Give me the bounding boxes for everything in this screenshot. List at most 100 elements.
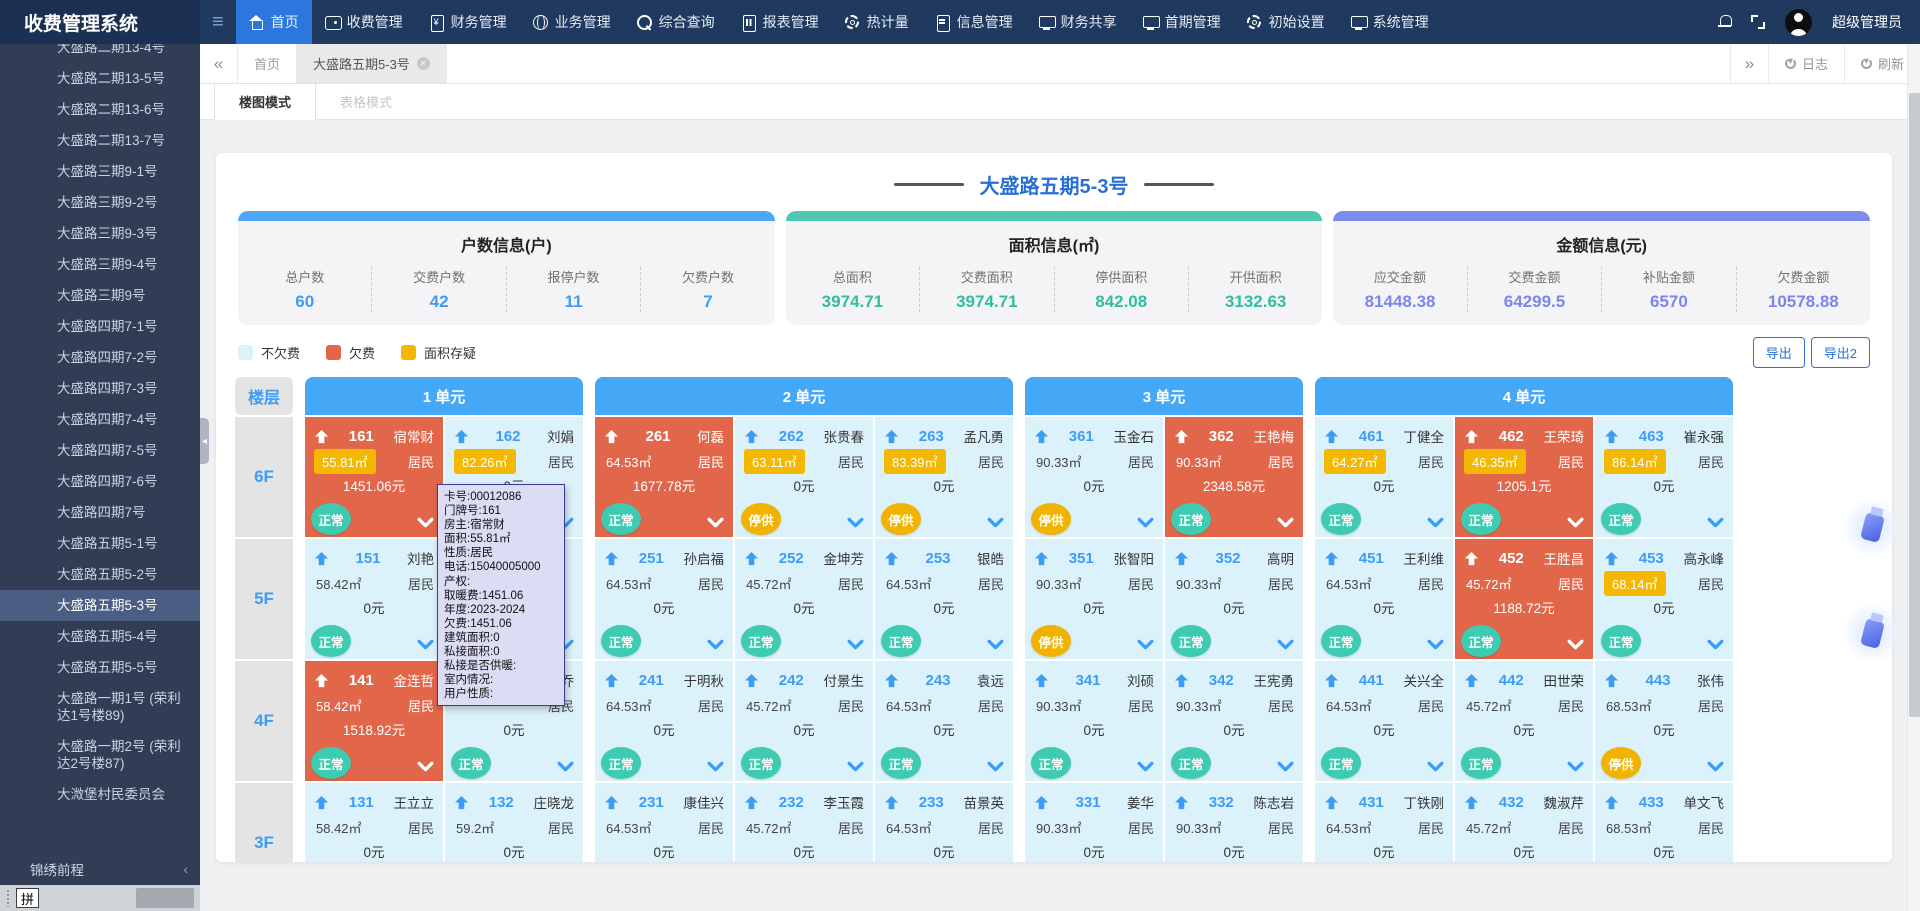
hamburger-menu-icon[interactable]: ≡ [200,11,236,34]
chevron-down-icon[interactable] [987,639,1004,650]
apartment-cell[interactable]: 362 王艳梅 90.33㎡ 居民 2348.58元 正常 [1165,417,1303,537]
fullscreen-icon[interactable] [1751,15,1765,29]
chevron-down-icon[interactable] [1707,639,1724,650]
chevron-down-icon[interactable] [707,761,724,772]
apartment-cell[interactable]: 253 银皓 64.53㎡ 居民 0元 正常 [875,539,1013,659]
nav-item[interactable]: 首页 [236,0,312,44]
sidebar-item-building[interactable]: 大盛路一期1号 (荣利达1号楼89) [0,683,200,731]
tab-close-icon[interactable]: × [417,57,430,70]
sidebar-item-building[interactable]: 大盛路二期13-4号 [0,44,200,63]
apartment-cell[interactable]: 241 于明秋 64.53㎡ 居民 0元 正常 [595,661,733,781]
apartment-cell[interactable]: 433 单文飞 68.53㎡ 居民 0元 停供 [1595,783,1733,862]
chevron-down-icon[interactable] [707,639,724,650]
sidebar-item-building[interactable]: 大盛路三期9-2号 [0,187,200,218]
apartment-cell[interactable]: 342 王宪勇 90.33㎡ 居民 0元 正常 [1165,661,1303,781]
usb-widget-icon[interactable] [1844,604,1900,662]
chevron-down-icon[interactable] [707,517,724,528]
mode-tab[interactable]: 楼图模式 [214,83,316,120]
chevron-down-icon[interactable] [847,761,864,772]
apartment-cell[interactable]: 151 刘艳 58.42㎡ 居民 0元 正常 [305,539,443,659]
sidebar-collapse-handle[interactable]: ◂ [200,418,209,464]
notifications-bell-icon[interactable] [1718,15,1731,29]
mode-tab[interactable]: 表格模式 [316,84,416,119]
chevron-down-icon[interactable] [417,517,434,528]
sidebar-item-building[interactable]: 大盛路五期5-5号 [0,652,200,683]
chevron-down-icon[interactable] [987,761,1004,772]
apartment-cell[interactable]: 452 王胜昌 45.72㎡ 居民 1188.72元 正常 [1455,539,1593,659]
apartment-cell[interactable]: 132 庄晓龙 59.2㎡ 居民 0元 正常 [445,783,583,862]
sidebar-item-building[interactable]: 大盛路二期13-5号 [0,63,200,94]
nav-item[interactable]: 业务管理 [520,0,624,44]
sidebar-item-building[interactable]: 大盛路五期5-1号 [0,528,200,559]
apartment-cell[interactable]: 243 袁远 64.53㎡ 居民 0元 正常 [875,661,1013,781]
tabs-scroll-left-icon[interactable]: « [200,44,238,83]
chevron-down-icon[interactable] [557,761,574,772]
chevron-down-icon[interactable] [1277,517,1294,528]
apartment-cell[interactable]: 451 王利维 64.53㎡ 居民 0元 正常 [1315,539,1453,659]
chevron-down-icon[interactable] [1427,639,1444,650]
chevron-down-icon[interactable] [1137,761,1154,772]
nav-item[interactable]: 首期管理 [1130,0,1234,44]
apartment-cell[interactable]: 361 玉金石 90.33㎡ 居民 0元 停供 [1025,417,1163,537]
apartment-cell[interactable]: 442 田世荣 45.72㎡ 居民 0元 正常 [1455,661,1593,781]
apartment-cell[interactable]: 161 宿常财 55.81㎡ 居民 1451.06元 正常 [305,417,443,537]
apartment-cell[interactable]: 443 张伟 68.53㎡ 居民 0元 停供 [1595,661,1733,781]
tabs-scroll-right-icon[interactable]: » [1730,44,1768,83]
sidebar-item-building[interactable]: 大盛路四期7-4号 [0,404,200,435]
apartment-cell[interactable]: 463 崔永强 86.14㎡ 居民 0元 正常 [1595,417,1733,537]
sidebar-item-building[interactable]: 大盛路四期7-3号 [0,373,200,404]
nav-item[interactable]: 初始设置 [1234,0,1338,44]
sidebar-item-building[interactable]: 大盛路五期5-4号 [0,621,200,652]
nav-item[interactable]: 报表管理 [728,0,832,44]
sidebar-item-building[interactable]: 大盛路三期9-1号 [0,156,200,187]
sidebar-item-building[interactable]: 大盛路五期5-3号 [0,590,200,621]
chevron-down-icon[interactable] [1567,761,1584,772]
apartment-cell[interactable]: 232 李玉霞 45.72㎡ 居民 0元 正常 [735,783,873,862]
apartment-cell[interactable]: 462 王荣琦 46.35㎡ 居民 1205.1元 正常 [1455,417,1593,537]
apartment-cell[interactable]: 441 关兴全 64.53㎡ 居民 0元 正常 [1315,661,1453,781]
nav-item[interactable]: 财务共享 [1026,0,1130,44]
export-button[interactable]: 导出 [1753,337,1805,368]
chevron-down-icon[interactable] [987,517,1004,528]
scrollbar-thumb[interactable] [1909,93,1920,717]
chevron-down-icon[interactable] [1567,639,1584,650]
chevron-down-icon[interactable] [1567,517,1584,528]
nav-item[interactable]: 热计量 [832,0,922,44]
sidebar-item-building[interactable]: 大盛路三期9-4号 [0,249,200,280]
apartment-cell[interactable]: 233 苗景英 64.53㎡ 居民 0元 停供 [875,783,1013,862]
apartment-cell[interactable]: 141 金连哲 58.42㎡ 居民 1518.92元 正常 [305,661,443,781]
apartment-cell[interactable]: 131 王立立 58.42㎡ 居民 0元 正常 [305,783,443,862]
sidebar-item-building[interactable]: 大盛路一期2号 (荣利达2号楼87) [0,731,200,779]
chevron-down-icon[interactable] [1427,517,1444,528]
tab[interactable]: 首页 [238,44,297,83]
sidebar-item-building[interactable]: 大溦堡村民委员会 [0,779,200,810]
sidebar-item-building[interactable]: 大盛路四期7-2号 [0,342,200,373]
tab[interactable]: 大盛路五期5-3号 × [297,44,447,83]
sidebar-footer-collapse-icon[interactable]: ‹ [183,861,188,877]
apartment-cell[interactable]: 352 高明 90.33㎡ 居民 0元 正常 [1165,539,1303,659]
apartment-cell[interactable]: 351 张智阳 90.33㎡ 居民 0元 停供 [1025,539,1163,659]
apartment-cell[interactable]: 262 张贵春 63.11㎡ 居民 0元 停供 [735,417,873,537]
nav-item[interactable]: 系统管理 [1338,0,1442,44]
apartment-cell[interactable]: 242 付景生 45.72㎡ 居民 0元 正常 [735,661,873,781]
chevron-down-icon[interactable] [417,639,434,650]
apartment-cell[interactable]: 332 陈志岩 90.33㎡ 居民 0元 正常 [1165,783,1303,862]
apartment-cell[interactable]: 251 孙启福 64.53㎡ 居民 0元 正常 [595,539,733,659]
apartment-cell[interactable]: 252 金坤芳 45.72㎡ 居民 0元 正常 [735,539,873,659]
usb-widget-icon[interactable] [1844,498,1900,556]
avatar[interactable] [1785,9,1812,36]
sidebar-item-building[interactable]: 大盛路三期9号 [0,280,200,311]
sidebar-item-building[interactable]: 大盛路二期13-7号 [0,125,200,156]
chevron-down-icon[interactable] [1277,761,1294,772]
chevron-down-icon[interactable] [1137,517,1154,528]
apartment-cell[interactable]: 341 刘硕 90.33㎡ 居民 0元 正常 [1025,661,1163,781]
nav-item[interactable]: 财务管理 [416,0,520,44]
apartment-cell[interactable]: 261 何磊 64.53㎡ 居民 1677.78元 正常 [595,417,733,537]
export2-button[interactable]: 导出2 [1811,337,1870,368]
sidebar-item-building[interactable]: 大盛路三期9-3号 [0,218,200,249]
sidebar-item-building[interactable]: 大盛路五期5-2号 [0,559,200,590]
chevron-down-icon[interactable] [847,517,864,528]
chevron-down-icon[interactable] [1137,639,1154,650]
apartment-cell[interactable]: 431 丁铁刚 64.53㎡ 居民 0元 正常 [1315,783,1453,862]
chevron-down-icon[interactable] [1277,639,1294,650]
